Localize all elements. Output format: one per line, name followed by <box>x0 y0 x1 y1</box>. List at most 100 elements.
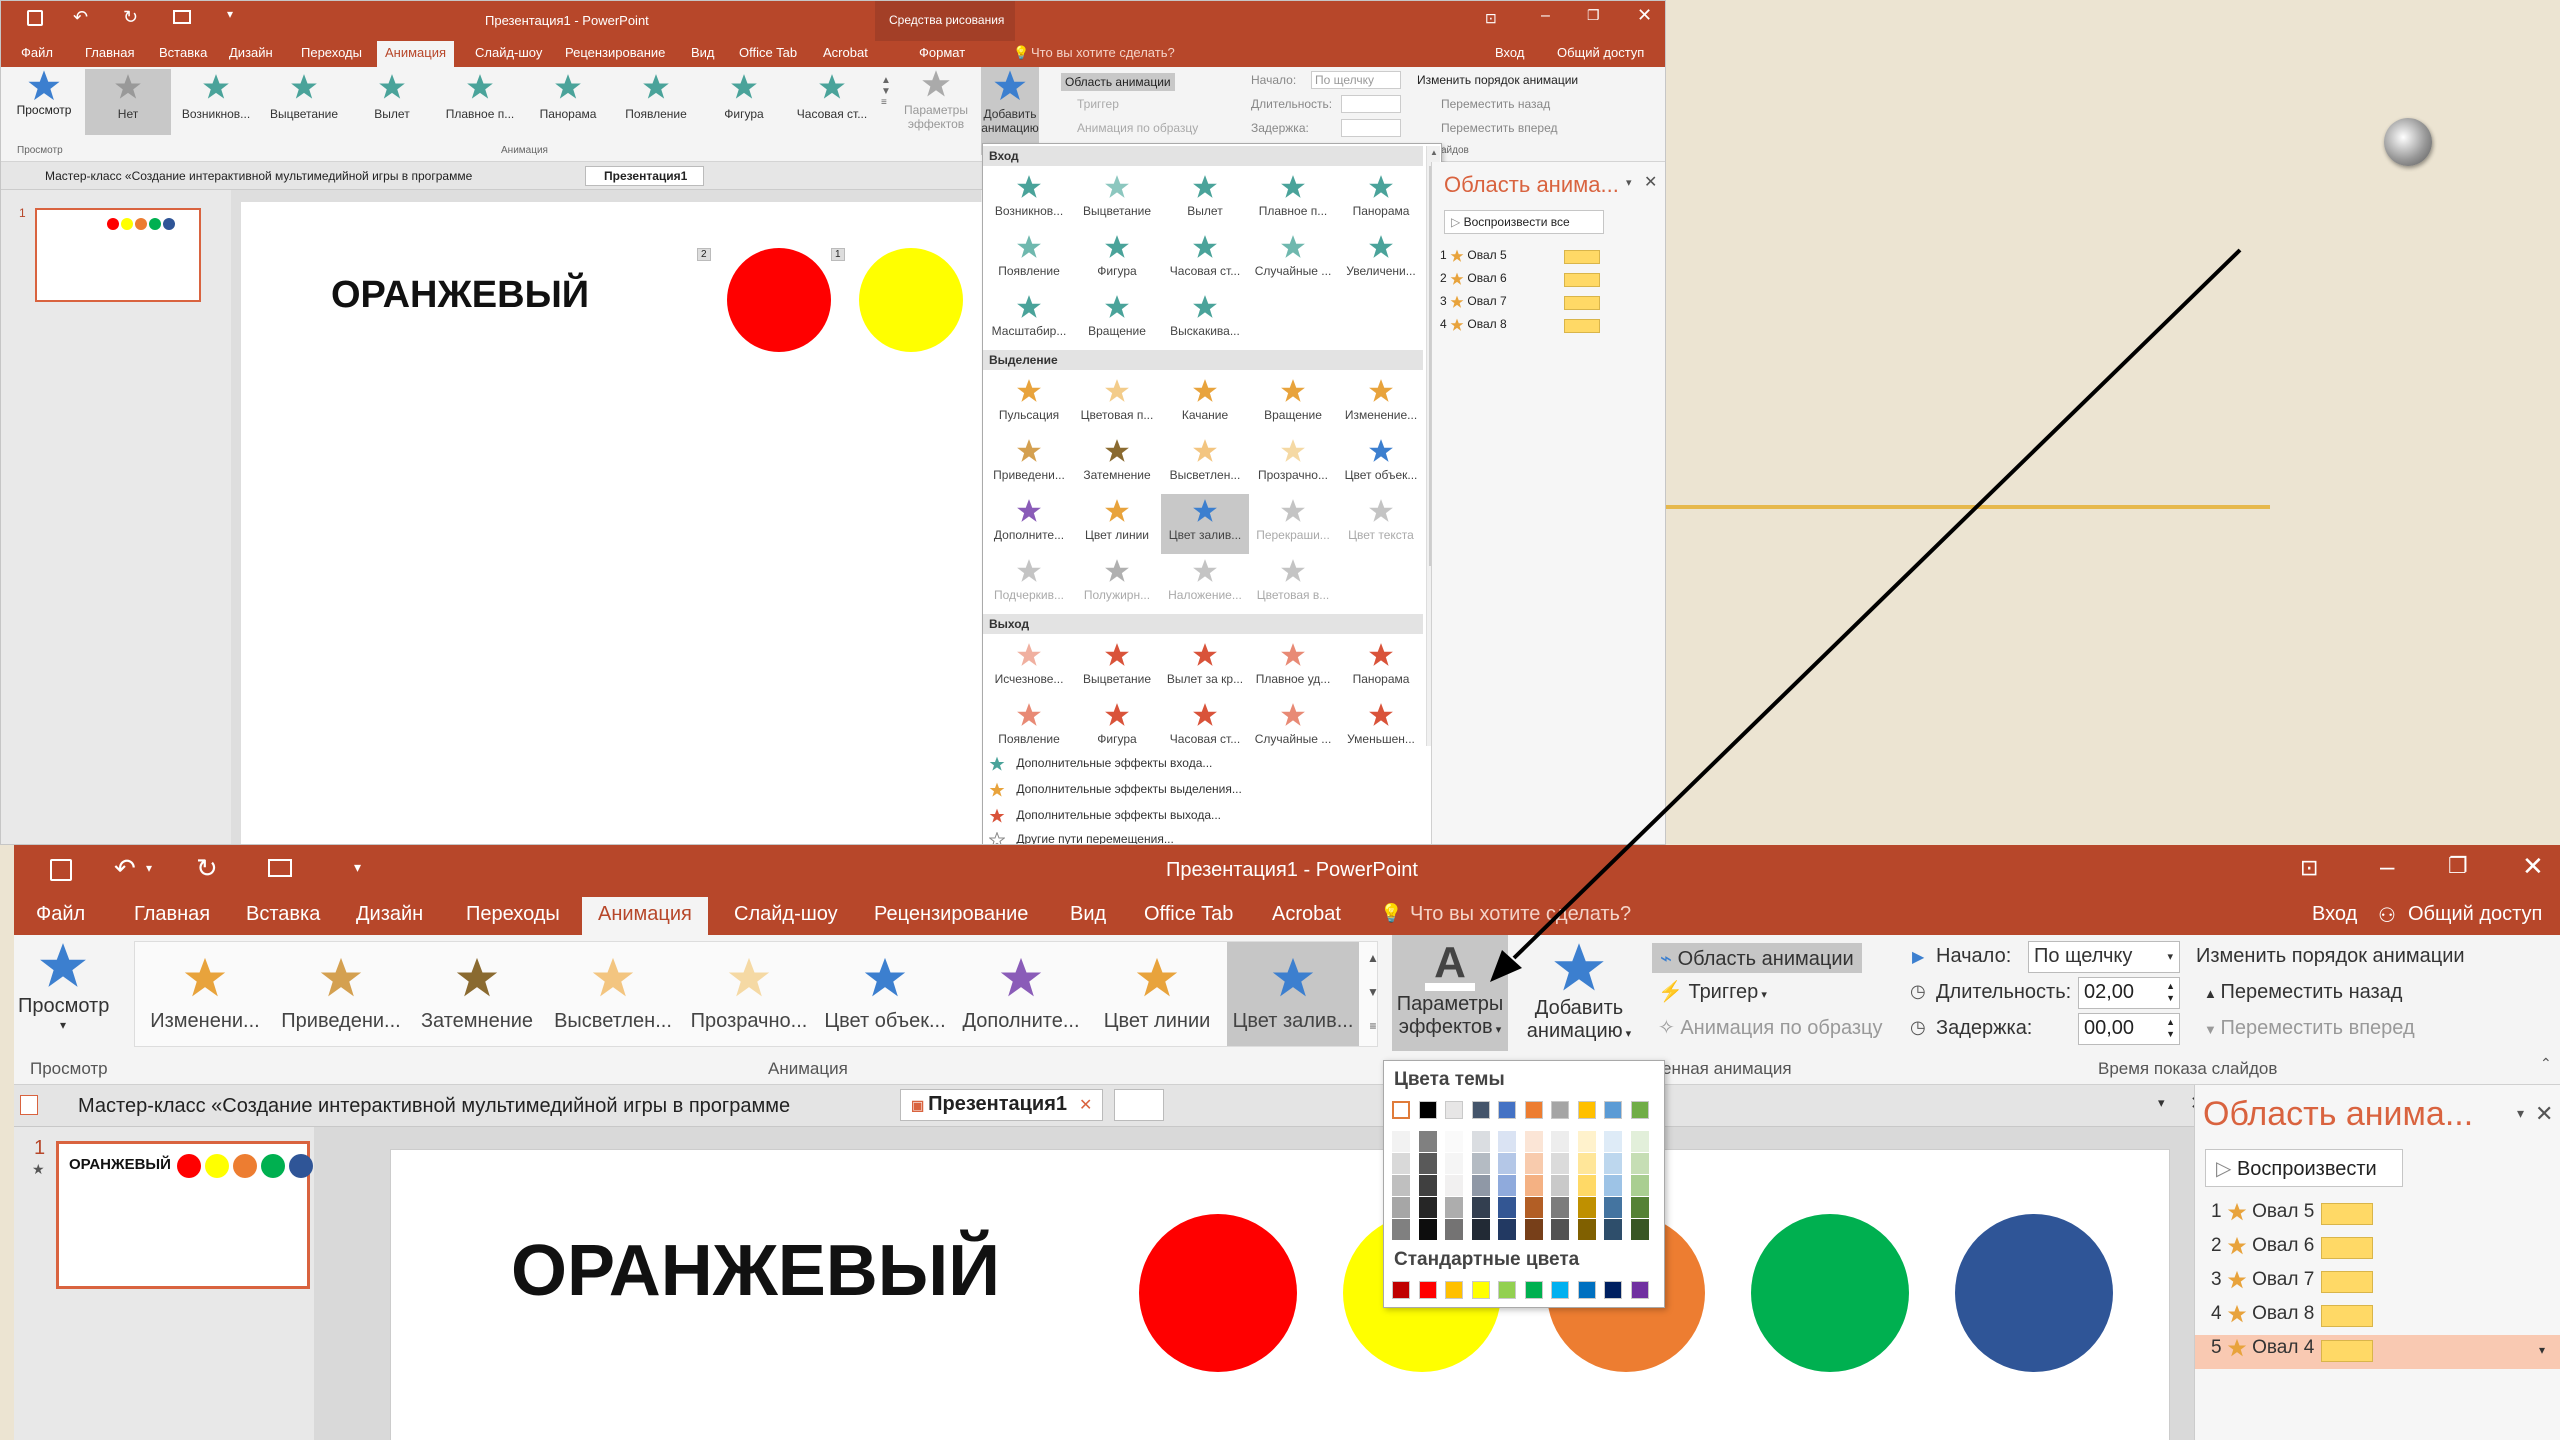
scroll-up-icon[interactable]: ▲ <box>1430 148 1438 157</box>
save-icon[interactable] <box>27 10 43 26</box>
duration-field[interactable]: 02,00 ▲ ▼ <box>2078 977 2180 1009</box>
green-oval[interactable] <box>1751 1214 1909 1372</box>
doc-tab-masterclass[interactable]: Мастер-класс «Создание интерактивной мул… <box>78 1095 790 1118</box>
tab-review[interactable]: Рецензирование <box>565 45 665 60</box>
standard-color-swatch[interactable] <box>1604 1281 1622 1299</box>
red-oval[interactable] <box>727 248 831 352</box>
standard-color-swatch[interactable] <box>1577 1281 1596 1299</box>
theme-color-shade-swatch[interactable] <box>1577 1175 1596 1196</box>
entrance-effect[interactable]: Появление <box>985 234 1073 278</box>
gallery-item[interactable]: Фигура <box>701 73 787 121</box>
animation-item[interactable]: 4 Овал 8 <box>1440 317 1640 339</box>
theme-color-shade-swatch[interactable] <box>1630 1131 1649 1152</box>
gallery-scroll-icon[interactable]: ▲ ▼ ≡ <box>881 75 891 108</box>
theme-color-shade-swatch[interactable] <box>1551 1219 1569 1240</box>
move-forward-button[interactable]: ▼ Переместить вперед <box>2204 1017 2415 1040</box>
slideshow-icon[interactable] <box>268 859 292 877</box>
theme-color-swatch[interactable] <box>1471 1101 1490 1119</box>
pane-menu-icon[interactable]: ▾ <box>2517 1105 2524 1122</box>
redo-icon[interactable]: ↻ <box>123 7 138 28</box>
slide-canvas[interactable]: ОРАНЖЕВЫЙ <box>390 1149 2170 1440</box>
add-animation-button[interactable]: Добавить анимацию <box>981 67 1039 155</box>
tab-acrobat[interactable]: Acrobat <box>1272 903 1341 926</box>
theme-color-shade-swatch[interactable] <box>1471 1197 1490 1218</box>
move-forward-button[interactable]: Переместить вперед <box>1441 121 1557 135</box>
tab-close-icon[interactable]: ✕ <box>1079 1097 1092 1114</box>
theme-color-shade-swatch[interactable] <box>1630 1219 1649 1240</box>
entrance-effect[interactable]: Масштабир... <box>985 294 1073 338</box>
play-all-button[interactable]: ▷ Воспроизвести все <box>1444 210 1604 234</box>
theme-color-shade-swatch[interactable] <box>1498 1153 1516 1174</box>
exit-effect[interactable]: Вылет за кр... <box>1161 642 1249 686</box>
theme-color-shade-swatch[interactable] <box>1551 1175 1569 1196</box>
theme-color-swatch[interactable] <box>1551 1101 1569 1119</box>
theme-color-shade-swatch[interactable] <box>1498 1197 1516 1218</box>
more-paths-link[interactable]: Другие пути перемещения... <box>989 832 1174 844</box>
emphasis-effect[interactable]: Приведени... <box>985 438 1073 482</box>
emphasis-effect[interactable]: Изменение... <box>1337 378 1425 422</box>
maximize-icon[interactable]: ❐ <box>1587 7 1600 24</box>
tab-design[interactable]: Дизайн <box>356 903 423 926</box>
animation-painter-button[interactable]: Анимация по образцу <box>1077 121 1198 135</box>
entrance-effect[interactable]: Увеличени... <box>1337 234 1425 278</box>
emphasis-effect[interactable]: Перекраши... <box>1249 498 1337 542</box>
animation-pane-button[interactable]: ⌁ Область анимации <box>1652 943 1862 973</box>
standard-color-swatch[interactable] <box>1551 1281 1569 1299</box>
emphasis-effect[interactable]: Пульсация <box>985 378 1073 422</box>
entrance-effect[interactable]: Фигура <box>1073 234 1161 278</box>
theme-color-shade-swatch[interactable] <box>1471 1175 1490 1196</box>
entrance-effect[interactable]: Плавное п... <box>1249 174 1337 218</box>
trigger-button[interactable]: ⚡ Триггер ▾ <box>1658 979 1767 1004</box>
more-exit-link[interactable]: Дополнительные эффекты выхода... <box>989 808 1221 824</box>
slide-title-text[interactable]: ОРАНЖЕВЫЙ <box>511 1230 1000 1312</box>
gallery-item[interactable]: Цвет объек... <box>819 956 951 1033</box>
theme-color-swatch[interactable] <box>1445 1101 1463 1119</box>
tab-office-tab[interactable]: Office Tab <box>1144 903 1233 926</box>
emphasis-effect[interactable]: Дополните... <box>985 498 1073 542</box>
entrance-effect[interactable]: Случайные ... <box>1249 234 1337 278</box>
animation-item[interactable]: 1 Овал 5 <box>1440 248 1640 270</box>
signin-link[interactable]: Вход <box>2312 903 2357 926</box>
signin-link[interactable]: Вход <box>1495 45 1524 60</box>
tab-format[interactable]: Формат <box>919 45 965 60</box>
close-icon[interactable]: ✕ <box>2522 851 2544 882</box>
entrance-effect[interactable]: Возникнов... <box>985 174 1073 218</box>
tab-home[interactable]: Главная <box>85 45 134 60</box>
emphasis-effect[interactable]: Качание <box>1161 378 1249 422</box>
emphasis-effect[interactable]: Цвет текста <box>1337 498 1425 542</box>
standard-color-swatch[interactable] <box>1524 1281 1543 1299</box>
gallery-item[interactable]: Изменени... <box>139 956 271 1033</box>
save-icon[interactable] <box>50 859 72 881</box>
quick-access-dropdown-icon[interactable]: ▾ <box>227 7 233 21</box>
emphasis-effect[interactable]: Полужирн... <box>1073 558 1161 602</box>
emphasis-effect-selected[interactable]: Цвет залив... <box>1161 494 1249 554</box>
emphasis-effect[interactable]: Цветовая п... <box>1073 378 1161 422</box>
animation-item[interactable]: 2 Овал 6 <box>1440 271 1640 293</box>
entrance-effect[interactable]: Выскакива... <box>1161 294 1249 338</box>
theme-color-shade-swatch[interactable] <box>1524 1175 1543 1196</box>
doc-tab-presentation[interactable]: Презентация1 <box>585 166 705 186</box>
preview-button[interactable]: Просмотр <box>9 69 79 139</box>
tell-me-search[interactable]: Что вы хотите сделать? <box>1031 45 1175 60</box>
minimize-icon[interactable]: – <box>2380 851 2394 882</box>
gallery-item[interactable]: Выцветание <box>261 73 347 121</box>
start-select[interactable]: По щелчку <box>1311 71 1401 89</box>
item-dropdown-icon[interactable]: ▾ <box>2539 1343 2545 1357</box>
gallery-up-icon[interactable]: ▲ <box>1364 941 1382 975</box>
exit-effect[interactable]: Появление <box>985 702 1073 746</box>
slide-thumbnail[interactable]: ОРАНЖЕВЫЙ <box>56 1141 313 1289</box>
tab-home[interactable]: Главная <box>134 903 210 926</box>
tab-insert[interactable]: Вставка <box>159 45 207 60</box>
gallery-item[interactable]: Затемнение <box>411 956 543 1033</box>
doc-tab-masterclass[interactable]: Мастер-класс «Создание интерактивной мул… <box>45 169 472 183</box>
gallery-scroll[interactable]: ▲ ▼ ≡ <box>1364 941 1382 1047</box>
animation-item-selected[interactable]: 5 Овал 4 ▾ <box>2195 1335 2560 1369</box>
emphasis-effect[interactable]: Наложение... <box>1161 558 1249 602</box>
entrance-effect[interactable]: Вращение <box>1073 294 1161 338</box>
standard-color-swatch[interactable] <box>1445 1281 1463 1299</box>
gallery-more-icon[interactable]: ≡ <box>1364 1009 1382 1043</box>
gallery-item-none[interactable]: Нет <box>85 69 171 135</box>
theme-color-shade-swatch[interactable] <box>1392 1219 1410 1240</box>
standard-color-swatch[interactable] <box>1630 1281 1649 1299</box>
spinner-icon[interactable]: ▲ ▼ <box>2166 980 2175 1004</box>
